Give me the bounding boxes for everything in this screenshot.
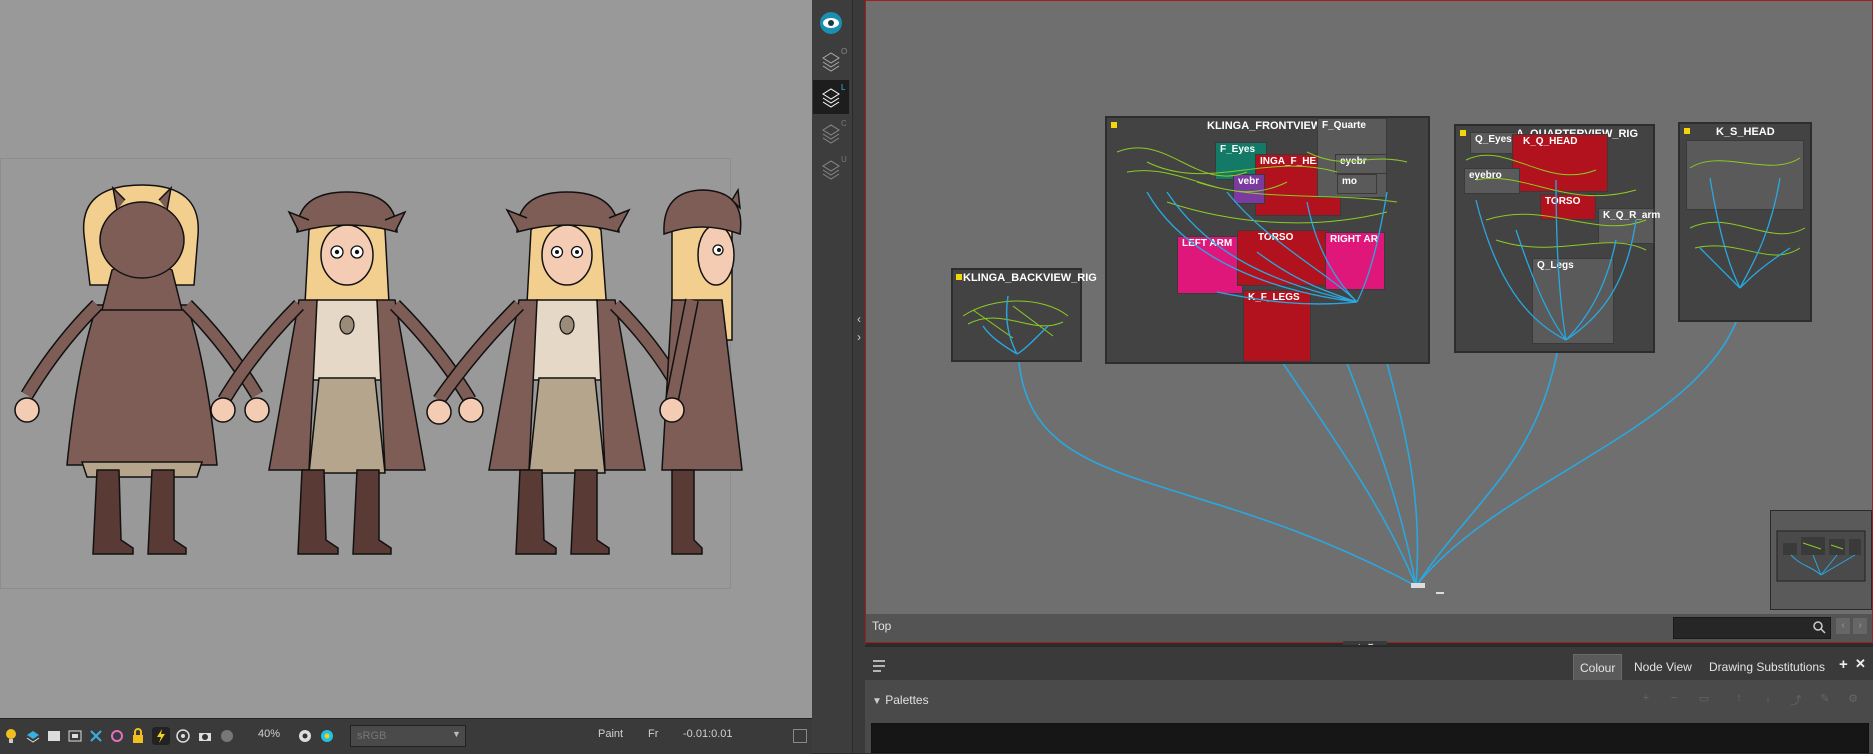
node-group-quarterview[interactable]: A_QUARTERVIEW_RIG Q_Eyes K_Q_HEAD eyebro…	[1454, 124, 1660, 353]
palette-tool-icon[interactable]	[218, 727, 236, 745]
svg-text:O: O	[841, 47, 847, 56]
move-down-icon[interactable]: ↓	[1761, 692, 1775, 706]
group-wires	[962, 295, 1069, 355]
edit-palette-icon[interactable]: ✎	[1818, 692, 1832, 706]
view-layers-c-button[interactable]: C	[813, 116, 849, 150]
layers-icon: C	[822, 119, 847, 144]
node-group-backview[interactable]: KLINGA_BACKVIEW_RIG	[951, 268, 1097, 362]
node-view[interactable]: KLINGA_BACKVIEW_RIG KLINGA_FRONTVIEW_RIG…	[865, 0, 1873, 643]
layers-icon: O	[822, 47, 847, 72]
level-breadcrumb[interactable]: Top	[872, 619, 891, 633]
splitter-arrows[interactable]: ‹ ›	[853, 310, 865, 360]
safe-area-icon[interactable]	[66, 727, 84, 745]
character-turnaround	[14, 184, 743, 555]
node-group-frontview[interactable]: KLINGA_FRONTVIEW_RIG F_Eyes INGA_F_HEA F…	[1105, 116, 1430, 364]
layers-icon: U	[822, 155, 847, 180]
front-view-figure	[210, 191, 484, 555]
tab-drawing-substitutions[interactable]: Drawing Substitutions	[1703, 654, 1831, 680]
remove-palette-icon[interactable]: −	[1667, 692, 1681, 706]
add-palette-icon[interactable]: +	[1639, 692, 1653, 706]
node-navigator[interactable]	[1770, 510, 1872, 610]
menu-icon[interactable]	[873, 659, 887, 677]
onion-skin-icon[interactable]	[108, 727, 126, 745]
palettes-label: Palettes	[885, 693, 929, 707]
node-search-input[interactable]	[1673, 617, 1831, 639]
view-layers-l-button[interactable]: L	[813, 80, 849, 114]
zoom-in-icon[interactable]: ›	[1853, 618, 1867, 634]
svg-text:C: C	[841, 119, 847, 128]
settings-gear-icon[interactable]	[296, 727, 314, 745]
zoom-level[interactable]: 40%	[258, 728, 280, 740]
quarter-view-figure	[426, 191, 698, 555]
svg-text:L: L	[841, 83, 846, 92]
colorspace-value: sRGB	[357, 730, 387, 742]
reset-view-icon[interactable]	[174, 727, 192, 745]
back-view-figure	[14, 184, 270, 555]
close-icon[interactable]: ✕	[1855, 656, 1866, 672]
panel-splitter[interactable]	[852, 0, 866, 753]
palettes-section-header[interactable]: ▼ Palettes	[872, 693, 929, 707]
mode-label: Paint	[598, 728, 624, 740]
camera-icon[interactable]	[196, 727, 214, 745]
chevron-left-icon[interactable]: ‹	[853, 310, 865, 328]
chevron-down-icon: ▼	[872, 696, 882, 707]
square-toggle[interactable]	[793, 729, 807, 743]
transform-icon[interactable]	[87, 727, 105, 745]
camera-viewer[interactable]	[0, 0, 812, 718]
group-title: K_S_HEAD	[1716, 126, 1775, 138]
side-view-figure	[659, 187, 743, 555]
group-wires	[1465, 154, 1647, 341]
tab-node-view[interactable]: Node View	[1628, 654, 1698, 680]
colour-gear-icon[interactable]	[318, 727, 336, 745]
chevron-right-icon[interactable]: ›	[853, 328, 865, 346]
add-tab-icon[interactable]: +	[1839, 656, 1848, 673]
group-wires	[1116, 147, 1408, 305]
group-title: KLINGA_BACKVIEW_RIG	[963, 272, 1097, 284]
svg-text:U: U	[841, 155, 847, 164]
frame-icon[interactable]	[45, 727, 63, 745]
zoom-out-icon[interactable]: ‹	[1836, 618, 1850, 634]
layers-icon: L	[822, 83, 846, 108]
link-icon[interactable]: ⤴	[1789, 692, 1803, 707]
viewer-toolbar: 40% sRGB ▼ Paint Fr -0.01:0.01	[0, 718, 812, 754]
eye-icon	[820, 12, 842, 34]
folder-icon[interactable]: ▭	[1697, 692, 1711, 706]
group-wires	[1689, 157, 1806, 289]
colorspace-select[interactable]: sRGB	[350, 725, 466, 747]
lightning-icon[interactable]	[152, 727, 170, 745]
search-icon[interactable]	[1812, 620, 1826, 639]
move-up-icon[interactable]: ↑	[1732, 692, 1746, 706]
layers-icon[interactable]	[24, 727, 42, 745]
frame-label: Fr	[648, 728, 659, 740]
chevron-down-icon[interactable]: ▼	[452, 729, 461, 739]
tab-colour[interactable]: Colour	[1573, 654, 1623, 682]
lock-icon[interactable]	[129, 727, 147, 745]
node-group-sideview[interactable]: K_S_HEAD	[1678, 122, 1812, 322]
view-mode-bar: O L C U	[812, 0, 852, 753]
palette-list[interactable]	[871, 723, 1869, 753]
view-layers-u-button[interactable]: U	[813, 152, 849, 186]
view-layers-o-button[interactable]: O	[813, 44, 849, 78]
palette-options-icon[interactable]: ⚙	[1846, 692, 1860, 706]
timecode: -0.01:0.01	[683, 728, 733, 740]
lightbulb-icon[interactable]	[2, 727, 20, 745]
view-eye-button[interactable]	[813, 6, 849, 40]
